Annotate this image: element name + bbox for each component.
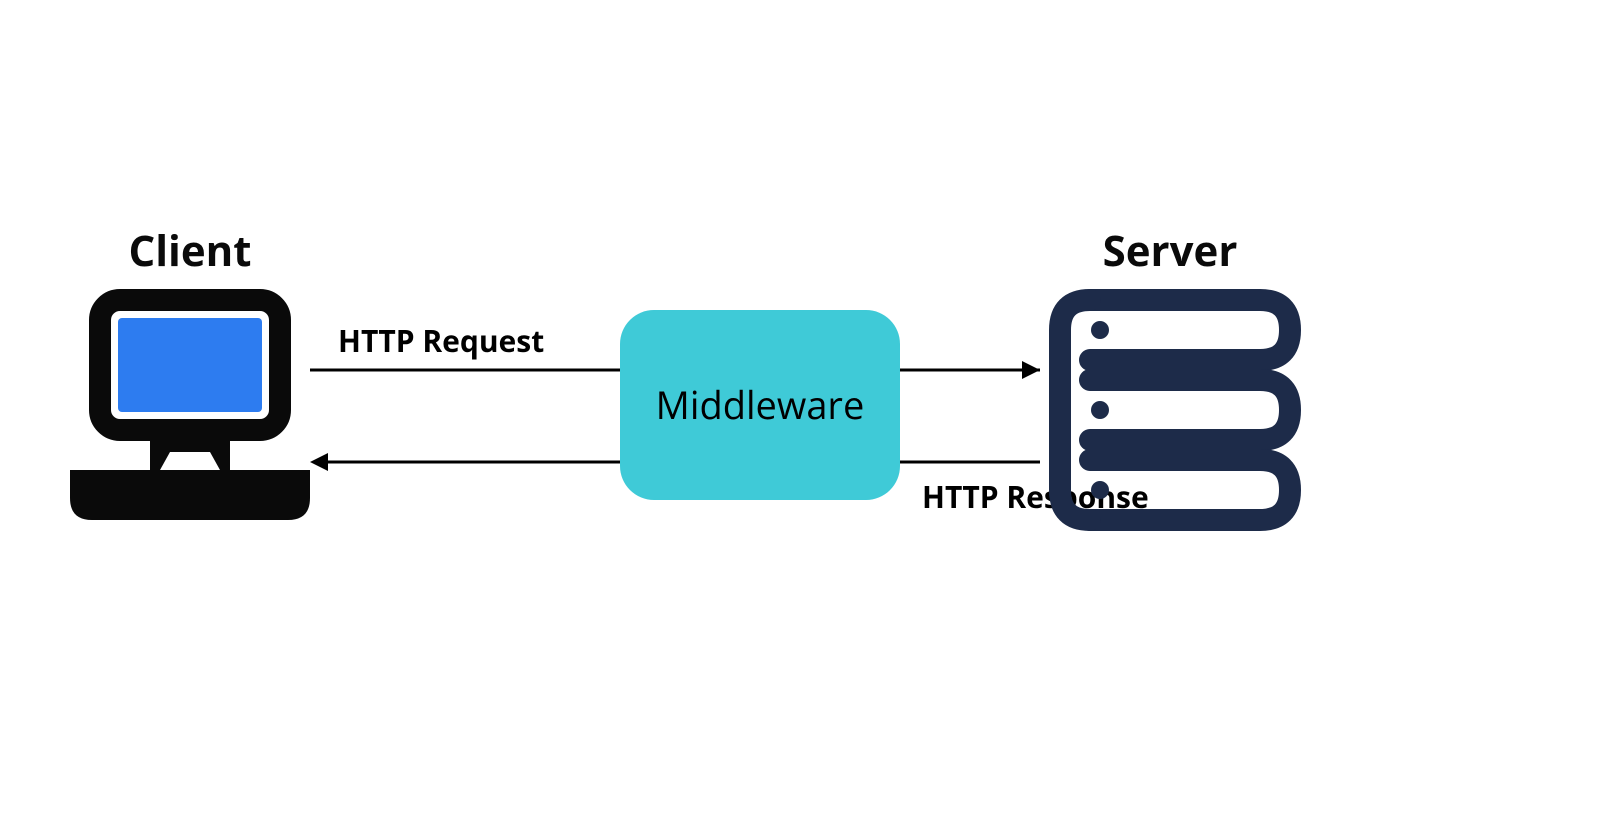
diagram-stage: Client Server Middleware HTTP Request HT…	[0, 0, 1600, 840]
client-title: Client	[60, 222, 320, 279]
server-title: Server	[1040, 222, 1300, 279]
response-arrow-left	[310, 453, 620, 471]
http-response-label: HTTP Response	[922, 476, 1149, 517]
request-arrow-right	[900, 361, 1040, 379]
middleware-box: Middleware	[620, 310, 900, 500]
http-request-label: HTTP Request	[338, 320, 544, 361]
middleware-label: Middleware	[656, 379, 865, 431]
laptop-icon	[70, 300, 310, 520]
